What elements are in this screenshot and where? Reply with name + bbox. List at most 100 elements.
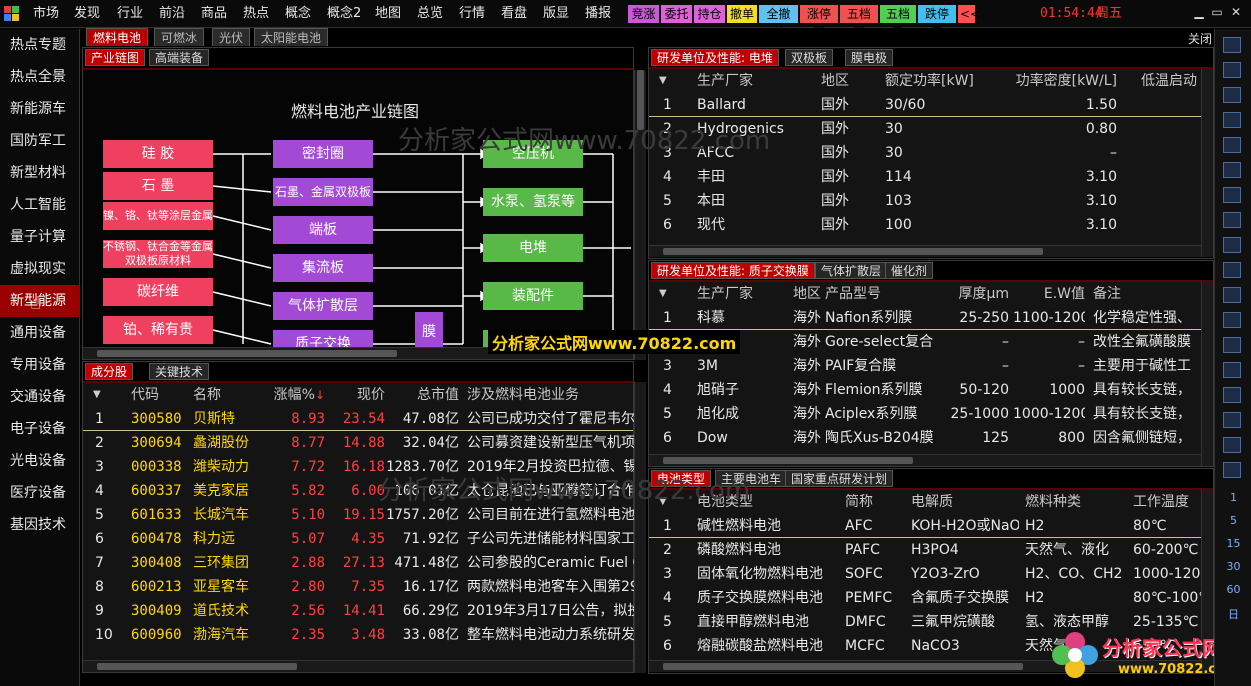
stock-vscroll[interactable] (634, 382, 646, 673)
menu-9[interactable]: 总览 (417, 0, 443, 28)
fin-icon[interactable] (1223, 262, 1241, 278)
menu-11[interactable]: 看盘 (501, 0, 527, 28)
quick-button-4[interactable]: 全撤单 (759, 5, 798, 39)
column-header-4[interactable]: 低温启动 (1141, 69, 1201, 93)
sidebar-item-4[interactable]: 新型材料 (0, 157, 80, 189)
table-row[interactable]: 6 Dow 海外 陶氏Xus-B204膜 125 800 因含氟侧链短， (649, 426, 1201, 450)
line-chart-icon[interactable] (1223, 187, 1241, 203)
column-header-2[interactable]: 涨幅%↓ (263, 383, 325, 407)
period-button-5[interactable]: 日 (1215, 606, 1251, 622)
column-header-0[interactable]: 代码 (131, 383, 191, 407)
table-row[interactable]: 6 现代 国外 100 3.10 (649, 213, 1201, 237)
table-row[interactable]: 8 600213 亚星客车 2.80 7.35 16.17亿两款燃料电池客车入围第295批 (83, 575, 635, 599)
column-header-1[interactable]: 地区 (821, 69, 881, 93)
concept-tab-3[interactable]: 太阳能电池 (254, 28, 329, 46)
quick-button-7[interactable]: 五档卖 (880, 5, 916, 39)
chain-tab-0[interactable]: 产业链图 (85, 49, 146, 66)
table-row[interactable]: 1 科慕 海外 Nafion系列膜 25-250 1100-1200 化学稳定性强、 (649, 306, 1201, 330)
menu-0[interactable]: 市场 (33, 0, 59, 28)
restore-icon[interactable]: ▭ (1210, 5, 1224, 19)
up-arrow-icon[interactable] (1223, 37, 1241, 53)
stack-tab-2[interactable]: 膜电极 (845, 49, 894, 66)
concept-tab-0[interactable]: 燃料电池 (86, 28, 149, 46)
table-row[interactable]: 7 300408 三环集团 2.88 27.13 471.48亿 公司参股的Ceramic … (83, 551, 635, 575)
sidebar-item-0[interactable]: 热点专题 (0, 29, 80, 61)
sidebar-item-2[interactable]: 新能源车 (0, 93, 80, 125)
menu-1[interactable]: 发现 (74, 0, 100, 28)
sidebar-item-1[interactable]: 热点全景 (0, 61, 80, 93)
column-header-4[interactable]: 工作温度 (1133, 490, 1201, 514)
menu-2[interactable]: 行业 (117, 0, 143, 28)
table-row[interactable]: 1 Ballard 国外 30/60 1.50 (649, 93, 1201, 117)
bars-icon[interactable] (1223, 287, 1241, 303)
sidebar-item-15[interactable]: 基因技术 (0, 509, 80, 541)
menu-8[interactable]: 地图 (375, 0, 401, 28)
column-header-3[interactable]: 现价 (323, 383, 385, 407)
column-header-1[interactable]: 名称 (193, 383, 273, 407)
table-row[interactable]: 3 3M 海外 PAIF复合膜 – – 主要用于碱性工 (649, 354, 1201, 378)
chart-icon[interactable] (1223, 162, 1241, 178)
column-header-0[interactable]: 生产厂家 (697, 282, 787, 306)
menu-13[interactable]: 播报 (585, 0, 611, 28)
table-row[interactable]: 4 质子交换膜燃料电池 PEMFC 含氟质子交换膜 H2 80℃-100℃ (649, 586, 1201, 610)
up-arrow-icon[interactable] (1223, 62, 1241, 78)
quick-button-1[interactable]: 委托 (661, 5, 692, 23)
quick-button-5[interactable]: 涨停买 (800, 5, 838, 39)
table-row[interactable]: 1 碱性燃料电池 AFC KOH-H2O或NaOH H2 80℃ (649, 514, 1201, 538)
column-header-2[interactable]: 电解质 (911, 490, 1019, 514)
membrane-hscroll[interactable] (649, 454, 1201, 466)
table-row[interactable]: 4 旭硝子 海外 Flemion系列膜 50-120 1000 具有较长支链， (649, 378, 1201, 402)
pencil-icon[interactable] (1223, 437, 1241, 453)
quick-button-8[interactable]: 跌停卖 (918, 5, 956, 39)
table-row[interactable]: 2 磷酸燃料电池 PAFC H3PO4 天然气、液化 60-200℃ (649, 538, 1201, 562)
gear-icon[interactable] (1223, 412, 1241, 428)
app-logo-icon[interactable] (4, 6, 20, 22)
chain-vscroll[interactable] (634, 70, 646, 360)
period-button-3[interactable]: 30 (1215, 560, 1251, 573)
sidebar-item-6[interactable]: 量子计算 (0, 221, 80, 253)
quick-button-2[interactable]: 持仓 (694, 5, 725, 23)
sort-icon[interactable]: ▼ (659, 282, 667, 306)
membrane-tab-0[interactable]: 研发单位及性能: 质子交换膜 (651, 262, 815, 279)
column-header-3[interactable]: 功率密度[kW/L] (1011, 69, 1117, 93)
chain-tab-1[interactable]: 高端装备 (149, 49, 210, 66)
menu-4[interactable]: 商品 (201, 0, 227, 28)
column-header-1[interactable]: 简称 (845, 490, 905, 514)
membrane-vscroll[interactable] (1201, 282, 1213, 466)
stack-tab-1[interactable]: 双极板 (785, 49, 834, 66)
refresh-icon[interactable] (1223, 462, 1241, 478)
concept-tab-2[interactable]: 光伏 (212, 28, 251, 46)
stack-hscroll[interactable] (649, 245, 1201, 257)
sidebar-item-12[interactable]: 电子设备 (0, 413, 80, 445)
minimize-icon[interactable]: ▁ (1192, 5, 1206, 19)
table-row[interactable]: 3 固体氧化物燃料电池 SOFC Y2O3-ZrO H2、CO、CH2 1000-1200… (649, 562, 1201, 586)
stock-hscroll[interactable] (83, 660, 633, 672)
column-header-2[interactable]: 产品型号 (825, 282, 945, 306)
concept-tab-1[interactable]: 可燃冰 (154, 28, 205, 46)
sidebar-item-13[interactable]: 光电设备 (0, 445, 80, 477)
stack-vscroll[interactable] (1201, 69, 1213, 257)
table-row[interactable]: 5 旭化成 海外 Aciplex系列膜 25-1000 1000-1200 具有较长支链， (649, 402, 1201, 426)
quick-button-6[interactable]: 五档买 (840, 5, 878, 39)
menu-10[interactable]: 行情 (459, 0, 485, 28)
sort-icon[interactable]: ▼ (93, 383, 101, 407)
stock-tab-1[interactable]: 关键技术 (149, 363, 210, 380)
grid-icon[interactable] (1223, 112, 1241, 128)
sort-icon[interactable]: ▼ (659, 69, 667, 93)
pie-icon[interactable] (1223, 337, 1241, 353)
menu-7[interactable]: 概念2 (327, 0, 361, 28)
fiz-icon[interactable] (1223, 312, 1241, 328)
column-header-5[interactable]: 涉及燃料电池业务 (467, 383, 635, 407)
column-header-4[interactable]: 总市值 (383, 383, 459, 407)
membrane-tab-1[interactable]: 气体扩散层 (815, 262, 888, 279)
menu-12[interactable]: 版显 (543, 0, 569, 28)
list-icon[interactable] (1223, 87, 1241, 103)
f10-icon[interactable] (1223, 237, 1241, 253)
list2-icon[interactable] (1223, 387, 1241, 403)
membrane-tab-2[interactable]: 催化剂 (885, 262, 934, 279)
close-icon[interactable]: ✕ (1229, 5, 1243, 19)
column-header-5[interactable]: 备注 (1093, 282, 1201, 306)
column-header-4[interactable]: E.W值 (1013, 282, 1085, 306)
table-row[interactable]: 6 600478 科力远 5.07 4.35 71.92亿子公司先进储能材料国家工程研究 (83, 527, 635, 551)
sidebar-item-9[interactable]: 通用设备 (0, 317, 80, 349)
